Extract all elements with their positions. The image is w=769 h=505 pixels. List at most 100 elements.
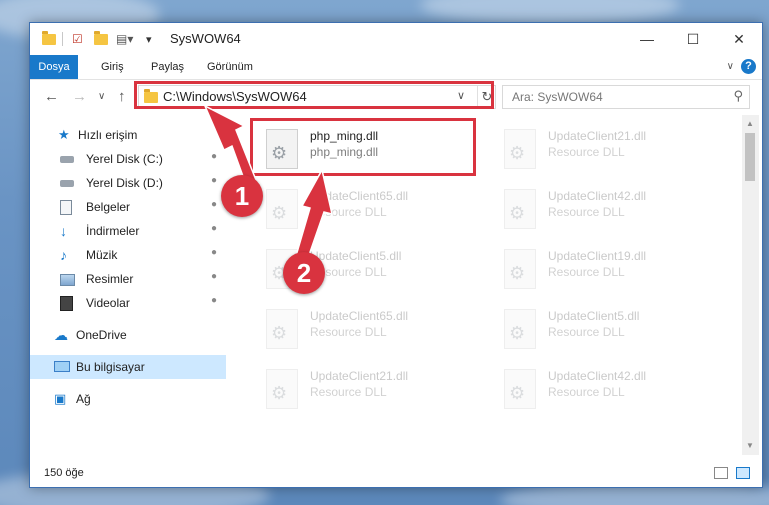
up-icon[interactable]: ↑ [118,88,126,105]
tab-dosya[interactable]: Dosya [30,55,78,79]
picture-icon [60,274,75,286]
new-folder-icon[interactable] [94,30,108,47]
file-name: UpdateClient5.dll [310,249,402,263]
dll-file-icon: ⚙ [266,189,298,229]
search-input[interactable]: Ara: SysWOW64 ⚲ [502,85,750,109]
pin-icon[interactable]: ● [211,151,217,162]
toolbar-dropdown-icon[interactable]: ▾ [146,31,152,47]
sidebar-item-local-disk-c[interactable]: Yerel Disk (C:) ● [30,147,226,171]
file-item[interactable]: ⚙ UpdateClient21.dll Resource DLL [490,121,720,179]
details-view-icon[interactable] [714,467,728,479]
file-item[interactable]: ⚙ UpdateClient42.dll Resource DLL [490,361,720,419]
sidebar-item-label: Bu bilgisayar [76,360,145,374]
file-name: UpdateClient5.dll [548,309,640,323]
file-name: UpdateClient42.dll [548,369,647,383]
minimize-button[interactable]: — [624,23,670,55]
file-type: Resource DLL [548,385,625,399]
close-button[interactable]: ✕ [716,23,762,55]
file-item[interactable]: ⚙ UpdateClient65.dll Resource DLL [252,301,482,359]
back-icon[interactable]: ← [44,88,59,105]
sidebar-item-label: Hızlı erişim [78,128,138,142]
pin-icon[interactable]: ● [211,247,217,258]
maximize-button[interactable]: ☐ [670,23,716,55]
file-name: UpdateClient19.dll [548,249,647,263]
tab-giris[interactable]: Giriş [92,55,133,79]
star-icon: ★ [58,127,70,142]
pin-icon[interactable]: ● [211,223,217,234]
scroll-down-icon[interactable]: ▼ [746,441,754,450]
navigation-bar: ← → ∨ ↑ C:\Windows\SysWOW64 ∨ ↻ Ara: Sys… [30,80,762,112]
explorer-window: ☑ ▤▾ ▾ SysWOW64 — ☐ ✕ Dosya Giriş Paylaş… [29,22,763,488]
file-item[interactable]: ⚙ UpdateClient19.dll Resource DLL [490,241,720,299]
music-icon: ♪ [60,247,67,263]
pin-icon[interactable]: ● [211,271,217,282]
file-type: Resource DLL [310,325,387,339]
forward-icon[interactable]: → [72,88,87,105]
dll-file-icon: ⚙ [504,189,536,229]
window-title: SysWOW64 [170,31,241,46]
video-icon [60,296,73,311]
network-icon: ▣ [54,391,67,406]
file-type: Resource DLL [310,385,387,399]
pin-icon[interactable]: ● [211,295,217,306]
drive-icon [60,156,74,163]
document-icon [60,200,72,215]
dll-file-icon: ⚙ [504,129,536,169]
scroll-up-icon[interactable]: ▲ [746,119,754,128]
pin-icon[interactable]: ● [211,175,217,186]
file-item[interactable]: ⚙ UpdateClient42.dll Resource DLL [490,181,720,239]
sidebar-item-onedrive[interactable]: ☁ OneDrive [30,323,226,347]
file-item[interactable]: ⚙ UpdateClient5.dll Resource DLL [490,301,720,359]
title-bar: ☑ ▤▾ ▾ SysWOW64 — ☐ ✕ [30,23,762,55]
file-name: UpdateClient65.dll [310,189,409,203]
sidebar-item-label: İndirmeler [86,224,140,238]
customize-toolbar-icon[interactable]: ▤▾ [116,31,133,47]
drive-icon [60,180,74,187]
file-type: Resource DLL [548,325,625,339]
dll-file-icon: ⚙ [504,369,536,409]
sidebar-item-label: Müzik [86,248,118,262]
file-highlight-box [250,118,476,176]
sidebar-item-quick-access[interactable]: ★ Hızlı erişim [30,123,226,147]
tiles-view-icon[interactable] [736,467,750,479]
sidebar-item-downloads[interactable]: ↓ İndirmeler ● [30,219,226,243]
expand-ribbon-icon[interactable]: ∨ [727,61,734,72]
file-name: UpdateClient21.dll [310,369,409,383]
step-1-badge: 1 [221,175,263,217]
help-icon[interactable]: ? [741,59,756,74]
sidebar-item-label: Ağ [76,392,91,406]
sidebar-item-this-pc[interactable]: Bu bilgisayar [30,355,226,379]
file-item[interactable]: ⚙ UpdateClient21.dll Resource DLL [252,361,482,419]
scroll-thumb[interactable] [745,133,755,181]
sidebar-item-videos[interactable]: Videolar ● [30,291,226,315]
sidebar-item-label: Yerel Disk (D:) [86,176,163,190]
address-highlight-box [134,81,494,109]
folder-icon [42,30,56,47]
pin-icon[interactable]: ● [211,199,217,210]
file-type: Resource DLL [548,205,625,219]
properties-icon[interactable]: ☑ [72,31,83,47]
dll-file-icon: ⚙ [504,249,536,289]
sidebar-item-label: Yerel Disk (C:) [86,152,163,166]
tab-paylas[interactable]: Paylaş [142,55,193,79]
vertical-scrollbar[interactable]: ▲ ▼ [742,115,759,455]
download-icon: ↓ [60,223,67,239]
dll-file-icon: ⚙ [504,309,536,349]
file-name: UpdateClient42.dll [548,189,647,203]
ribbon-tabs: Dosya Giriş Paylaş Görünüm ∨ ? [30,55,762,80]
recent-locations-icon[interactable]: ∨ [98,91,105,102]
cloud-icon: ☁ [54,327,68,343]
sidebar-item-documents[interactable]: Belgeler ● [30,195,226,219]
computer-icon [54,361,70,372]
sidebar-item-label: OneDrive [76,328,127,342]
sidebar-item-label: Videolar [86,296,130,310]
quick-access-separator [62,31,63,47]
sidebar-item-local-disk-d[interactable]: Yerel Disk (D:) ● [30,171,226,195]
sidebar-item-network[interactable]: ▣ Ağ [30,387,226,411]
sidebar-item-pictures[interactable]: Resimler ● [30,267,226,291]
status-bar: 150 öğe [30,461,762,487]
file-name: UpdateClient65.dll [310,309,409,323]
sidebar-item-music[interactable]: ♪ Müzik ● [30,243,226,267]
tab-gorunum[interactable]: Görünüm [198,55,262,79]
file-item[interactable]: ⚙ UpdateClient65.dll Resource DLL [252,181,482,239]
